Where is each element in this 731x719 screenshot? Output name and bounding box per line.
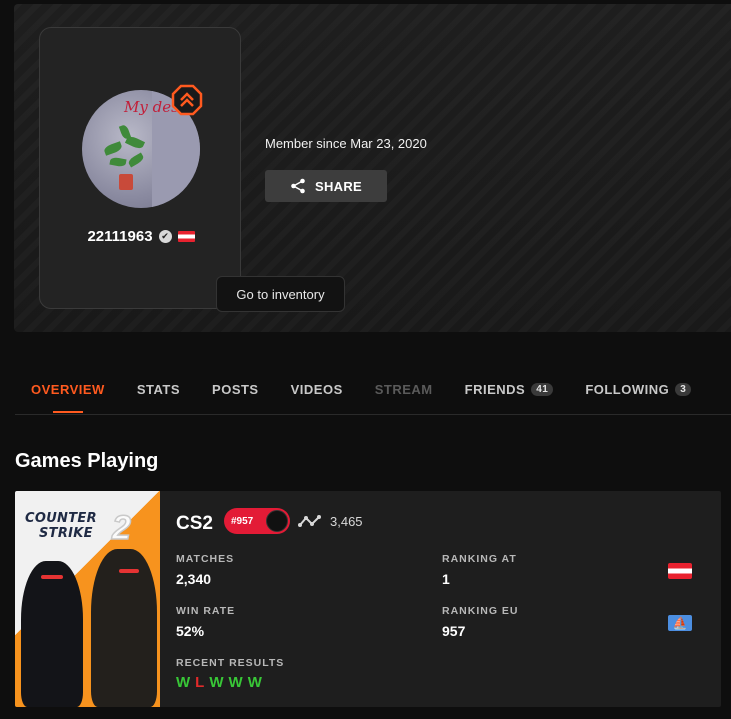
result-win: W [176,674,191,691]
game-name: CS2 [176,513,213,534]
profile-card: My destiny 22111963 ✔ [39,27,241,309]
friends-count-badge: 41 [531,383,554,396]
game-cover-image[interactable]: COUNTER STRIKE 2 [15,491,160,707]
plant-leaf [118,124,132,140]
europe-region-icon: ⛵ [668,615,692,631]
result-win: W [247,674,262,691]
ranking-at-label: RANKING AT [442,553,517,565]
result-loss: L [195,674,205,691]
tab-label: FRIENDS [464,382,526,397]
elo-value: 3,465 [330,514,363,529]
verified-icon: ✔ [158,230,172,243]
profile-tabs: OVERVIEW STATS POSTS VIDEOS STREAM FRIEN… [15,370,731,415]
matches-label: MATCHES [176,553,235,565]
username: 22111963 [87,228,153,245]
elo-icon [298,515,321,527]
recent-results: W L W W W [176,674,262,691]
tab-friends[interactable]: FRIENDS 41 [449,370,570,414]
cover-goggles [119,569,139,573]
cover-soldier [21,561,83,707]
cover-logo-line2: STRIKE [39,526,93,541]
result-win: W [228,674,243,691]
section-title: Games Playing [15,450,159,472]
following-count-badge: 3 [675,383,692,396]
result-win: W [209,674,224,691]
ranking-at-value: 1 [442,571,450,587]
tab-overview[interactable]: OVERVIEW [15,370,121,414]
plant-leaf [103,141,123,156]
share-label: SHARE [314,178,362,194]
tab-label: POSTS [212,382,259,397]
tab-posts[interactable]: POSTS [196,370,275,414]
austria-flag-icon [177,231,195,242]
tab-videos[interactable]: VIDEOS [275,370,359,414]
recent-results-label: RECENT RESULTS [176,657,285,669]
win-rate-label: WIN RATE [176,605,236,617]
username-row: 22111963 ✔ [40,228,242,245]
skill-gauge-icon [266,510,288,532]
inventory-tooltip[interactable]: Go to inventory [216,276,345,312]
plant-leaf [127,152,145,168]
austria-flag-icon [668,563,692,579]
tab-following[interactable]: FOLLOWING 3 [569,370,707,414]
share-icon [291,178,305,194]
cover-goggles [41,575,63,579]
tab-label: STATS [136,382,181,397]
tab-label: OVERVIEW [31,382,105,397]
cover-logo-line1: COUNTER [25,511,97,526]
level-badge-icon[interactable] [171,84,203,116]
matches-value: 2,340 [176,571,212,587]
ranking-eu-value: 957 [442,623,466,639]
rank-value: #957 [231,515,254,527]
game-card[interactable]: COUNTER STRIKE 2 CS2 #957 3,465 MATCHES … [15,491,721,707]
rank-badge[interactable]: #957 [224,508,290,534]
tab-label: VIDEOS [290,382,343,397]
win-rate-value: 52% [176,623,205,639]
plant-pot [119,174,133,190]
member-since: Member since Mar 23, 2020 [265,136,427,151]
tab-stream: STREAM [359,370,449,414]
ranking-eu-label: RANKING EU [442,605,519,617]
tab-stats[interactable]: STATS [121,370,196,414]
share-button[interactable]: SHARE [265,170,387,202]
plant-leaf [109,156,127,168]
cover-logo-number: 2 [111,508,131,548]
tab-label: FOLLOWING [585,382,670,397]
tab-label: STREAM [374,382,433,397]
